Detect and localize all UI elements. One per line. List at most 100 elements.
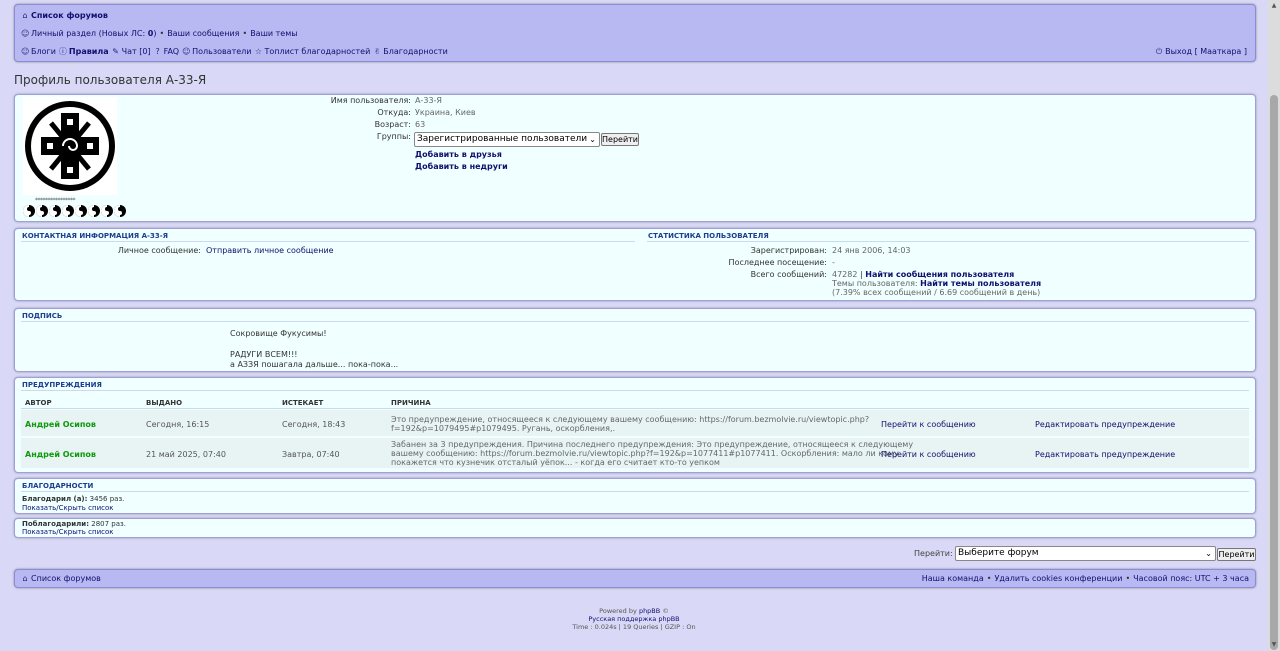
table-row: Андрей Осипов Сегодня, 16:15 Сегодня, 18… — [21, 410, 1249, 436]
chat-link[interactable]: Чат [0] — [122, 47, 151, 56]
russian-support: Русская поддержка phpBB — [14, 615, 1254, 623]
personal-section-close: ) — [153, 29, 157, 38]
logout-link[interactable]: Выход [ Мааткара ] — [1165, 47, 1247, 56]
groups-go-button[interactable]: Перейти — [601, 133, 639, 146]
signature-panel: ПОДПИСЬ Сокровище Фукусимы! РАДУГИ ВСЕМ!… — [14, 308, 1256, 372]
total-posts-value: 47282 — [832, 270, 858, 279]
warning-author[interactable]: Андрей Осипов — [25, 420, 96, 429]
bullet-separator: • — [242, 29, 248, 38]
warning-issued: 21 май 2025, 07:40 — [146, 450, 226, 459]
users-link[interactable]: Пользователи — [192, 47, 251, 56]
delete-cookies-link[interactable]: Удалить cookies конференции — [994, 574, 1122, 583]
divider — [21, 491, 1249, 492]
add-friend-link[interactable]: Добавить в друзья — [415, 150, 502, 159]
username-value: А-33-Я — [415, 96, 442, 105]
thanks-given-row: Благодарил (а): 3456 раз. — [22, 495, 124, 503]
edit-warning-link[interactable]: Редактировать предупреждение — [1035, 420, 1175, 429]
phpbb-link[interactable]: phpBB — [639, 607, 660, 615]
russian-support-link[interactable]: Русская поддержка phpBB — [588, 615, 679, 623]
yin-yang-icon — [36, 205, 48, 217]
home-icon: ⌂ — [22, 573, 28, 583]
jump-selected-value: Выберите форум — [958, 548, 1039, 558]
user-icon: ☺ — [21, 28, 30, 38]
warning-expires: Завтра, 07:40 — [282, 450, 340, 459]
thanks-received-value: 2807 раз. — [91, 520, 126, 528]
timezone-text: Часовой пояс: UTC + 3 часа — [1133, 574, 1249, 583]
scrollbar-thumb[interactable] — [1270, 95, 1278, 650]
divider — [21, 390, 1249, 391]
footer-left: ⌂ Список форумов — [21, 573, 101, 583]
forums-index-link[interactable]: Список форумов — [31, 11, 108, 20]
goto-post-link[interactable]: Перейти к сообщению — [881, 450, 976, 459]
edit-warning-link[interactable]: Редактировать предупреждение — [1035, 450, 1175, 459]
yin-yang-icon — [49, 205, 61, 217]
thanks-received-row: Поблагодарили: 2807 раз. — [22, 520, 126, 528]
thanks-icon: ✌ — [373, 46, 381, 56]
warning-issued: Сегодня, 16:15 — [146, 420, 210, 429]
divider — [647, 241, 1249, 242]
signature-line-1: Сокровище Фукусимы! — [230, 329, 327, 338]
yin-yang-icon — [88, 205, 100, 217]
page-stats: Time : 0.024s | 19 Queries | GZIP : On — [572, 623, 696, 631]
chevron-down-icon: ⌄ — [1205, 549, 1212, 558]
yin-yang-icon — [101, 205, 113, 217]
topics-label: Темы пользователя: — [832, 279, 918, 288]
scrollbar[interactable]: ▲ ▼ — [1268, 0, 1280, 651]
reason-line: вашему сообщению: https://forum.bezmolvi… — [391, 449, 899, 458]
reason-line: покажется что кузнечик отсталый уёпок...… — [391, 458, 720, 467]
warning-author[interactable]: Андрей Осипов — [25, 450, 96, 459]
jump-go-button[interactable]: Перейти — [1217, 548, 1256, 561]
thanks-given-value: 3456 раз. — [89, 495, 125, 503]
username-label: Имя пользователя: — [330, 96, 411, 105]
yin-yang-icon — [75, 205, 87, 217]
rank-icons — [23, 205, 126, 217]
thanks-link[interactable]: Благодарности — [383, 47, 448, 56]
thanks-given-toggle[interactable]: Показать/Скрыть список — [22, 504, 114, 512]
total-posts-row: 47282 | Найти сообщения пользователя — [832, 270, 1014, 279]
warning-reason: Забанен за 3 предупреждения. Причина пос… — [391, 440, 913, 467]
your-posts-link[interactable]: Ваши сообщения — [167, 29, 239, 38]
rules-link[interactable]: Правила — [69, 47, 109, 56]
add-foe-link[interactable]: Добавить в недруги — [415, 162, 508, 171]
scroll-up-icon[interactable]: ▲ — [1271, 2, 1277, 10]
groups-label: Группы: — [376, 132, 411, 141]
reason-line: f=192&p=1079495#p1079495. Ругань, оскорб… — [391, 424, 616, 433]
thanks-given-panel: БЛАГОДАРНОСТИ Благодарил (а): 3456 раз. … — [14, 478, 1256, 514]
registered-value: 24 янв 2006, 14:03 — [832, 246, 911, 255]
blogs-link[interactable]: Блоги — [31, 47, 56, 56]
profile-panel: **************** Имя пользователя: А-33-… — [14, 94, 1256, 222]
stats-header: СТАТИСТИКА ПОЛЬЗОВАТЕЛЯ — [648, 232, 769, 240]
toplist-link[interactable]: Топлист благодарностей — [264, 47, 370, 56]
top-navbar: ⌂ Список форумов ☺ Личный раздел (Новых … — [14, 4, 1256, 62]
signature-header: ПОДПИСЬ — [22, 312, 63, 320]
footer-forums-index-link[interactable]: Список форумов — [31, 574, 101, 583]
thanks-received-panel: Поблагодарили: 2807 раз. Показать/Скрыть… — [14, 518, 1256, 538]
thanks-given-label: Благодарил (а): — [22, 495, 88, 503]
powered-by-label: Powered by — [599, 607, 637, 615]
chevron-down-icon: ⌄ — [589, 135, 596, 144]
jump-label: Перейти: — [914, 549, 953, 558]
pipe-separator: | — [860, 270, 863, 279]
home-icon: ⌂ — [22, 10, 28, 20]
personal-section-link[interactable]: Личный раздел (Новых ЛС: 0) — [31, 29, 156, 38]
chat-icon: ✎ — [112, 46, 119, 56]
goto-post-link[interactable]: Перейти к сообщению — [881, 420, 976, 429]
find-topics-link[interactable]: Найти темы пользователя — [920, 279, 1041, 288]
warning-expires: Сегодня, 18:43 — [282, 420, 346, 429]
nav-row-3: ☺ Блоги ⓘ Правила ✎ Чат [0] ? FAQ ☺ Поль… — [21, 47, 448, 56]
rank-stars: **************** — [35, 197, 76, 204]
send-pm-link[interactable]: Отправить личное сообщение — [206, 246, 334, 255]
age-label: Возраст: — [374, 120, 411, 129]
groups-select[interactable]: Зарегистрированные пользователи ⌄ — [414, 132, 600, 147]
yin-yang-icon — [114, 205, 126, 217]
users-icon: ☺ — [182, 46, 191, 56]
your-topics-link[interactable]: Ваши темы — [250, 29, 297, 38]
jump-forum-select[interactable]: Выберите форум ⌄ — [955, 546, 1216, 561]
total-posts-label: Всего сообщений: — [750, 270, 827, 279]
team-link[interactable]: Наша команда — [922, 574, 984, 583]
thanks-received-toggle[interactable]: Показать/Скрыть список — [22, 528, 114, 536]
faq-link[interactable]: FAQ — [164, 47, 180, 56]
find-posts-link[interactable]: Найти сообщения пользователя — [865, 270, 1014, 279]
yin-yang-icon — [23, 205, 35, 217]
scroll-down-icon[interactable]: ▼ — [1271, 641, 1277, 649]
